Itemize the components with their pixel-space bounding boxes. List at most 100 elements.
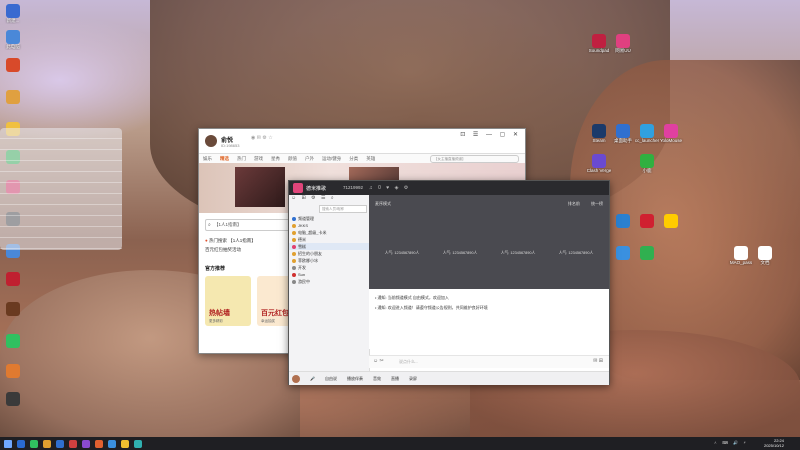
desktop-icon[interactable]: [0, 392, 26, 406]
app-icon: [592, 154, 606, 168]
desktop-icon[interactable]: cc_launcher: [634, 124, 660, 144]
desktop-icon[interactable]: 小鹿: [634, 154, 660, 174]
member-search-input[interactable]: 搜索人员/昵称: [319, 205, 367, 213]
mic-slot[interactable]: 人气: 1234567890人: [489, 251, 547, 256]
sidebar-toolbar[interactable]: ☺ ⊞ ⚙ ☰ ⌕: [289, 195, 369, 204]
hot-search-line[interactable]: 百元红包抽奖活动: [205, 247, 241, 253]
send-icons[interactable]: ✉ ⊞: [593, 358, 603, 364]
taskbar-app-icon[interactable]: [108, 439, 116, 448]
bottom-accompaniment[interactable]: 播放伴奏: [347, 376, 363, 382]
nav-item[interactable]: 热门: [237, 156, 246, 162]
hot-search-item[interactable]: 百元红包抽奖活动: [205, 247, 241, 252]
room-title: 德米推歌: [306, 186, 327, 192]
desktop-icon[interactable]: [0, 58, 26, 72]
member-list-item[interactable]: 雪糕: [289, 243, 369, 250]
clock[interactable]: 22:24 2025/10/12: [764, 438, 784, 448]
nav-item[interactable]: 颜值: [288, 156, 297, 162]
promo-card[interactable]: 热帖墙 更多精彩: [205, 276, 251, 326]
taskbar-app-icon[interactable]: [121, 439, 129, 448]
taskbar-app-icon[interactable]: [134, 439, 142, 448]
desktop-icon[interactable]: [0, 334, 26, 348]
member-list-item[interactable]: 游民中: [289, 278, 369, 285]
stage-tabs: 排名前 统一榜: [558, 201, 603, 207]
desktop-icon[interactable]: 此电脑: [0, 30, 26, 50]
bottom-live[interactable]: 直播: [391, 376, 399, 382]
bottom-effects[interactable]: 音效: [373, 376, 381, 382]
desktop-icon[interactable]: Clash Verge: [586, 154, 612, 174]
avatar[interactable]: [292, 374, 300, 383]
titlebar-icons[interactable]: ◉ ✉ ⚙ ☆: [251, 135, 273, 141]
member-list-item[interactable]: Sun: [289, 271, 369, 278]
chat-input-bar[interactable]: ☺ ✂ 说点什么... ✉ ⊞: [369, 355, 609, 368]
mic-icon[interactable]: 🎤: [310, 376, 315, 381]
nav-item[interactable]: 娱乐: [203, 156, 212, 162]
desktop-icon[interactable]: [634, 246, 660, 260]
tab-ranking[interactable]: 排名前: [568, 201, 581, 206]
desktop-icon-label: Steam: [592, 138, 606, 143]
member-list-item[interactable]: 开发: [289, 264, 369, 271]
member-list-item[interactable]: 频道管理: [289, 215, 369, 222]
desktop-icon[interactable]: Steam: [586, 124, 612, 144]
taskbar-app-icon[interactable]: [43, 439, 51, 448]
app-icon: [640, 246, 654, 260]
taskbar-app-icon[interactable]: [82, 439, 90, 448]
desktop-icon[interactable]: [634, 214, 660, 228]
desktop-icon[interactable]: [0, 364, 26, 378]
member-list-item[interactable]: 招生的小朋友: [289, 250, 369, 257]
desktop-icon[interactable]: 新建...: [0, 4, 26, 24]
search-input[interactable]: ⌕ 【1人1指南】: [205, 219, 295, 231]
desktop-icon[interactable]: [610, 246, 636, 260]
app-icon: [6, 4, 20, 18]
bottom-free-talk[interactable]: 自由说: [325, 376, 337, 382]
status-dot-icon: [292, 279, 296, 284]
nav-item[interactable]: 运动/健身: [322, 156, 341, 162]
desktop-icon[interactable]: [610, 214, 636, 228]
desktop-icon[interactable]: 桌面助手: [610, 124, 636, 144]
promo-card-title: 百元红包: [261, 310, 289, 317]
nav-item[interactable]: 星秀: [271, 156, 280, 162]
taskbar-app-icon[interactable]: [69, 439, 77, 448]
avatar[interactable]: [205, 135, 217, 147]
nav-item-active[interactable]: 精选: [220, 156, 229, 162]
desktop-icon[interactable]: YoloMouse: [658, 124, 684, 144]
chat-input[interactable]: 说点什么...: [399, 359, 418, 365]
desktop-icon[interactable]: [658, 214, 684, 228]
app-icon: [592, 124, 606, 138]
mic-slot[interactable]: 人气: 1234567890人: [547, 251, 605, 256]
window-controls[interactable]: ⊡ ☰ — ▢ ✕: [460, 131, 521, 138]
nav-item[interactable]: 分类: [349, 156, 358, 162]
start-button[interactable]: [4, 439, 12, 448]
hot-search-item[interactable]: 【1人1指南】: [228, 238, 256, 243]
desktop-icon[interactable]: 网易UU: [610, 34, 636, 54]
desktop-icon[interactable]: MAO_pass: [728, 246, 754, 266]
bottom-record[interactable]: 录屏: [409, 376, 417, 382]
hot-search-line[interactable]: ● 热门搜索 【1人1指南】: [205, 238, 256, 244]
mic-slot[interactable]: 人气: 1234567890人: [373, 251, 431, 256]
desktop-icon[interactable]: [0, 272, 26, 286]
member-list-item[interactable]: 电脑_超级_卡米: [289, 229, 369, 236]
status-dot-icon: [292, 272, 296, 277]
banner-poster[interactable]: [235, 167, 285, 207]
tab-unified[interactable]: 统一榜: [591, 201, 603, 206]
nav-item[interactable]: 户外: [305, 156, 314, 162]
nav-item[interactable]: 英雄: [366, 156, 375, 162]
app-icon: [640, 154, 654, 168]
mic-slot[interactable]: 人气: 1234567890人: [431, 251, 489, 256]
member-list-item[interactable]: 菲欧娜小冰: [289, 257, 369, 264]
desktop-icon[interactable]: Soundpad: [586, 34, 612, 54]
taskbar-app-icon[interactable]: [30, 439, 38, 448]
taskbar-app-icon[interactable]: [17, 439, 25, 448]
nav-search-input[interactable]: 【女主播直播频道】: [430, 154, 519, 163]
desktop-icon[interactable]: [0, 302, 26, 316]
member-list-item[interactable]: 德米: [289, 236, 369, 243]
system-tray[interactable]: ㅅ ⌨ 🔊 ⚡: [713, 440, 748, 446]
taskbar-app-icon[interactable]: [56, 439, 64, 448]
member-list-item[interactable]: JKKS: [289, 222, 369, 229]
window-titlebar: 俞悦 ID:198653 ◉ ✉ ⚙ ☆ ⊡ ☰ — ▢ ✕: [199, 129, 525, 154]
emoji-icon[interactable]: ☺ ✂: [373, 358, 384, 364]
taskbar-app-icon[interactable]: [95, 439, 103, 448]
titlebar-icons[interactable]: ♫ 0 ♥ ◈ ⚙: [369, 185, 410, 191]
desktop-icon[interactable]: 文档: [752, 246, 778, 266]
desktop-icon[interactable]: [0, 90, 26, 104]
nav-item[interactable]: 游戏: [254, 156, 263, 162]
